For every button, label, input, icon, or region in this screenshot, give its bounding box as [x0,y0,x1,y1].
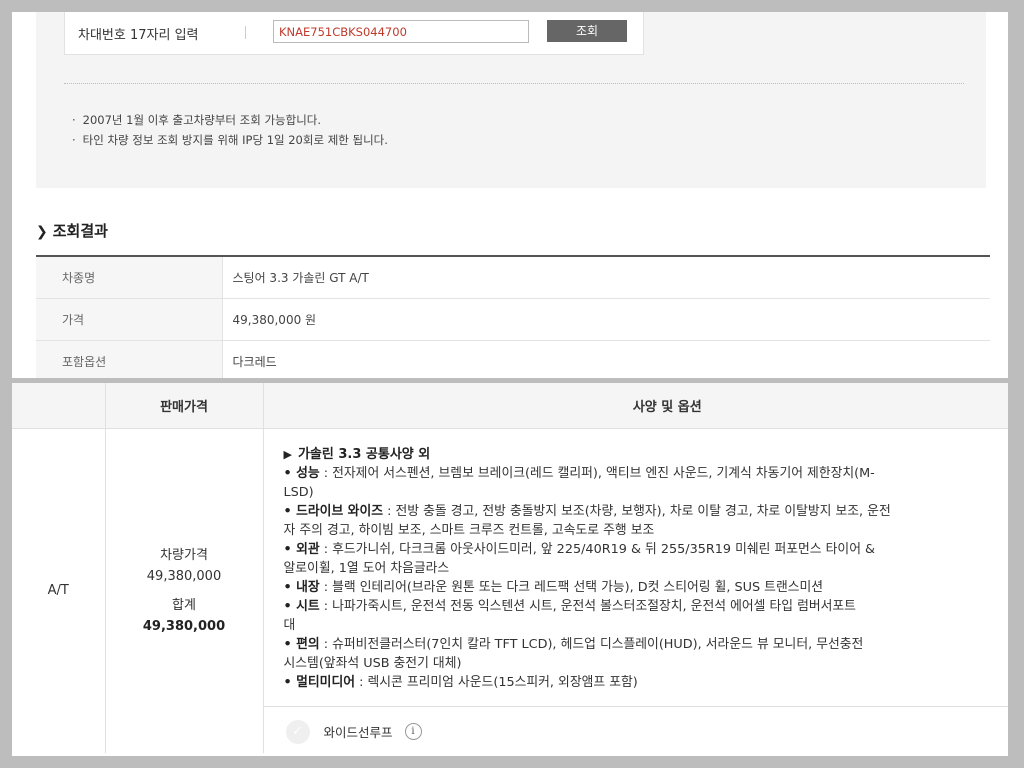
spec-text: : 렉시콘 프리미엄 사운드(15스피커, 외장앰프 포함) [355,674,638,690]
spec-line: • 시트 : 나파가죽시트, 운전석 전동 익스텐션 시트, 운전석 볼스터조절… [284,597,1009,616]
table-row: 가격 49,380,000 원 [36,298,990,341]
vin-separator [245,26,246,39]
vin-input[interactable] [273,20,529,43]
header-trim [12,383,106,429]
spec-row: A/T 차량가격 49,380,000 합계 49,380,000 ▶ 가솔린 3… [12,428,1008,753]
spec-category: • 드라이브 와이즈 [283,503,384,519]
vehicle-price-value: 49,380,000 [146,568,222,584]
spec-category: • 성능 [283,465,320,481]
spec-text: 시스템(앞좌석 USB 충전기 대체) [283,655,462,671]
spec-text: : 나파가죽시트, 운전석 전동 익스텐션 시트, 운전석 볼스터조절장치, 운… [319,598,856,614]
row-label-price: 가격 [36,298,223,341]
result-heading-label: 조회결과 [52,222,108,240]
total-price-value: 49,380,000 [142,618,226,634]
price-cell: 차량가격 49,380,000 합계 49,380,000 [105,428,264,753]
triangle-right-icon: ▶ [283,447,292,461]
vin-search-panel: 차대번호 17자리 입력 조회 2007년 1월 이후 출고차량부터 조회 가능… [12,12,1008,378]
spec-text: : 후드가니쉬, 다크크롬 아웃사이드미러, 앞 225/40R19 & 뒤 2… [319,541,876,557]
spec-line: LSD) [284,483,1009,502]
spec-line: • 내장 : 블랙 인테리어(브라운 원톤 또는 다크 레드팩 선택 가능), … [284,578,1009,597]
row-value-price: 49,380,000 원 [222,298,990,341]
row-label-options: 포함옵션 [36,340,223,378]
spec-line: • 멀티미디어 : 렉시콘 프리미엄 사운드(15스피커, 외장앰프 포함) [284,673,1009,692]
spec-title: ▶ 가솔린 3.3 공통사양 외 [284,443,1009,462]
vehicle-price-label: 차량가격 [160,547,208,563]
spec-line: • 외관 : 후드가니쉬, 다크크롬 아웃사이드미러, 앞 225/40R19 … [284,540,1009,559]
header-price: 판매가격 [105,383,264,429]
spec-line: 자 주의 경고, 하이빔 보조, 스마트 크루즈 컨트롤, 고속도로 주행 보조 [284,521,1009,540]
vin-label: 차대번호 17자리 입력 [78,28,199,43]
spec-cell: ▶ 가솔린 3.3 공통사양 외 • 성능 : 전자제어 서스펜션, 브렘보 브레… [263,428,1008,753]
total-price-label: 합계 [172,597,196,613]
dotted-divider [64,83,964,84]
spec-line: 시스템(앞좌석 USB 충전기 대체) [284,654,1009,673]
notice-text: 타인 차량 정보 조회 방지를 위해 IP당 1일 20회로 제한 됩니다. [72,132,388,148]
header-spec: 사양 및 옵션 [263,383,1008,429]
info-icon[interactable]: i [404,723,422,740]
spec-text: : 블랙 인테리어(브라운 원톤 또는 다크 레드팩 선택 가능), D컷 스티… [319,579,824,595]
spec-text: LSD) [283,484,314,500]
spec-line: • 성능 : 전자제어 서스펜션, 브렘보 브레이크(레드 캘리퍼), 액티브 … [284,464,1009,483]
spec-category: • 편의 [283,636,320,652]
spec-category: • 외관 [283,541,320,557]
spec-category: • 멀티미디어 [283,674,356,690]
result-table: 차종명 스팅어 3.3 가솔린 GT A/T 가격 49,380,000 원 포… [36,255,990,378]
vin-search-button[interactable]: 조회 [547,20,627,42]
table-row: 포함옵션 다크레드 [36,340,990,378]
row-label-model: 차종명 [36,256,223,299]
row-value-options: 다크레드 [222,340,990,378]
row-value-model: 스팅어 3.3 가솔린 GT A/T [222,256,990,299]
option-divider [263,705,1008,707]
table-row: 차종명 스팅어 3.3 가솔린 GT A/T [36,256,990,299]
spec-text: 자 주의 경고, 하이빔 보조, 스마트 크루즈 컨트롤, 고속도로 주행 보조 [283,522,655,538]
spec-line: 알로이휠, 1열 도어 차음글라스 [284,559,1009,578]
spec-line: 대 [284,616,1009,635]
trim-cell: A/T [12,428,106,753]
spec-text: 대 [283,617,296,633]
check-icon[interactable]: ✓ [285,719,310,744]
spec-line: • 드라이브 와이즈 : 전방 충돌 경고, 전방 충돌방지 보조(차량, 보행… [284,502,1009,521]
chevron-right-icon: ❯ [36,224,48,240]
option-label: 와이드선루프 [323,725,393,740]
spec-text: 알로이휠, 1열 도어 차음글라스 [283,560,450,576]
option-sunroof[interactable]: ✓ 와이드선루프 i [285,719,422,744]
spec-text: : 슈퍼비전클러스터(7인치 칼라 TFT LCD), 헤드업 디스플레이(HU… [319,636,864,652]
spec-text: : 전방 충돌 경고, 전방 충돌방지 보조(차량, 보행자), 차로 이탈 경… [383,503,891,519]
spec-category: • 시트 [283,598,320,614]
vin-search-row: 차대번호 17자리 입력 조회 [64,12,644,55]
spec-table: 판매가격 사양 및 옵션 A/T 차량가격 49,380,000 합계 49,3… [12,383,1008,753]
spec-header-row: 판매가격 사양 및 옵션 [12,383,1008,429]
spec-line: • 편의 : 슈퍼비전클러스터(7인치 칼라 TFT LCD), 헤드업 디스플… [284,635,1009,654]
spec-text: : 전자제어 서스펜션, 브렘보 브레이크(레드 캘리퍼), 액티브 엔진 사운… [319,465,875,481]
spec-title-text: 가솔린 3.3 공통사양 외 [297,446,431,462]
spec-panel: 판매가격 사양 및 옵션 A/T 차량가격 49,380,000 합계 49,3… [12,383,1008,756]
result-heading: ❯ 조회결과 [36,220,108,241]
notice-text: 2007년 1월 이후 출고차량부터 조회 가능합니다. [72,112,321,128]
spec-category: • 내장 [283,579,320,595]
